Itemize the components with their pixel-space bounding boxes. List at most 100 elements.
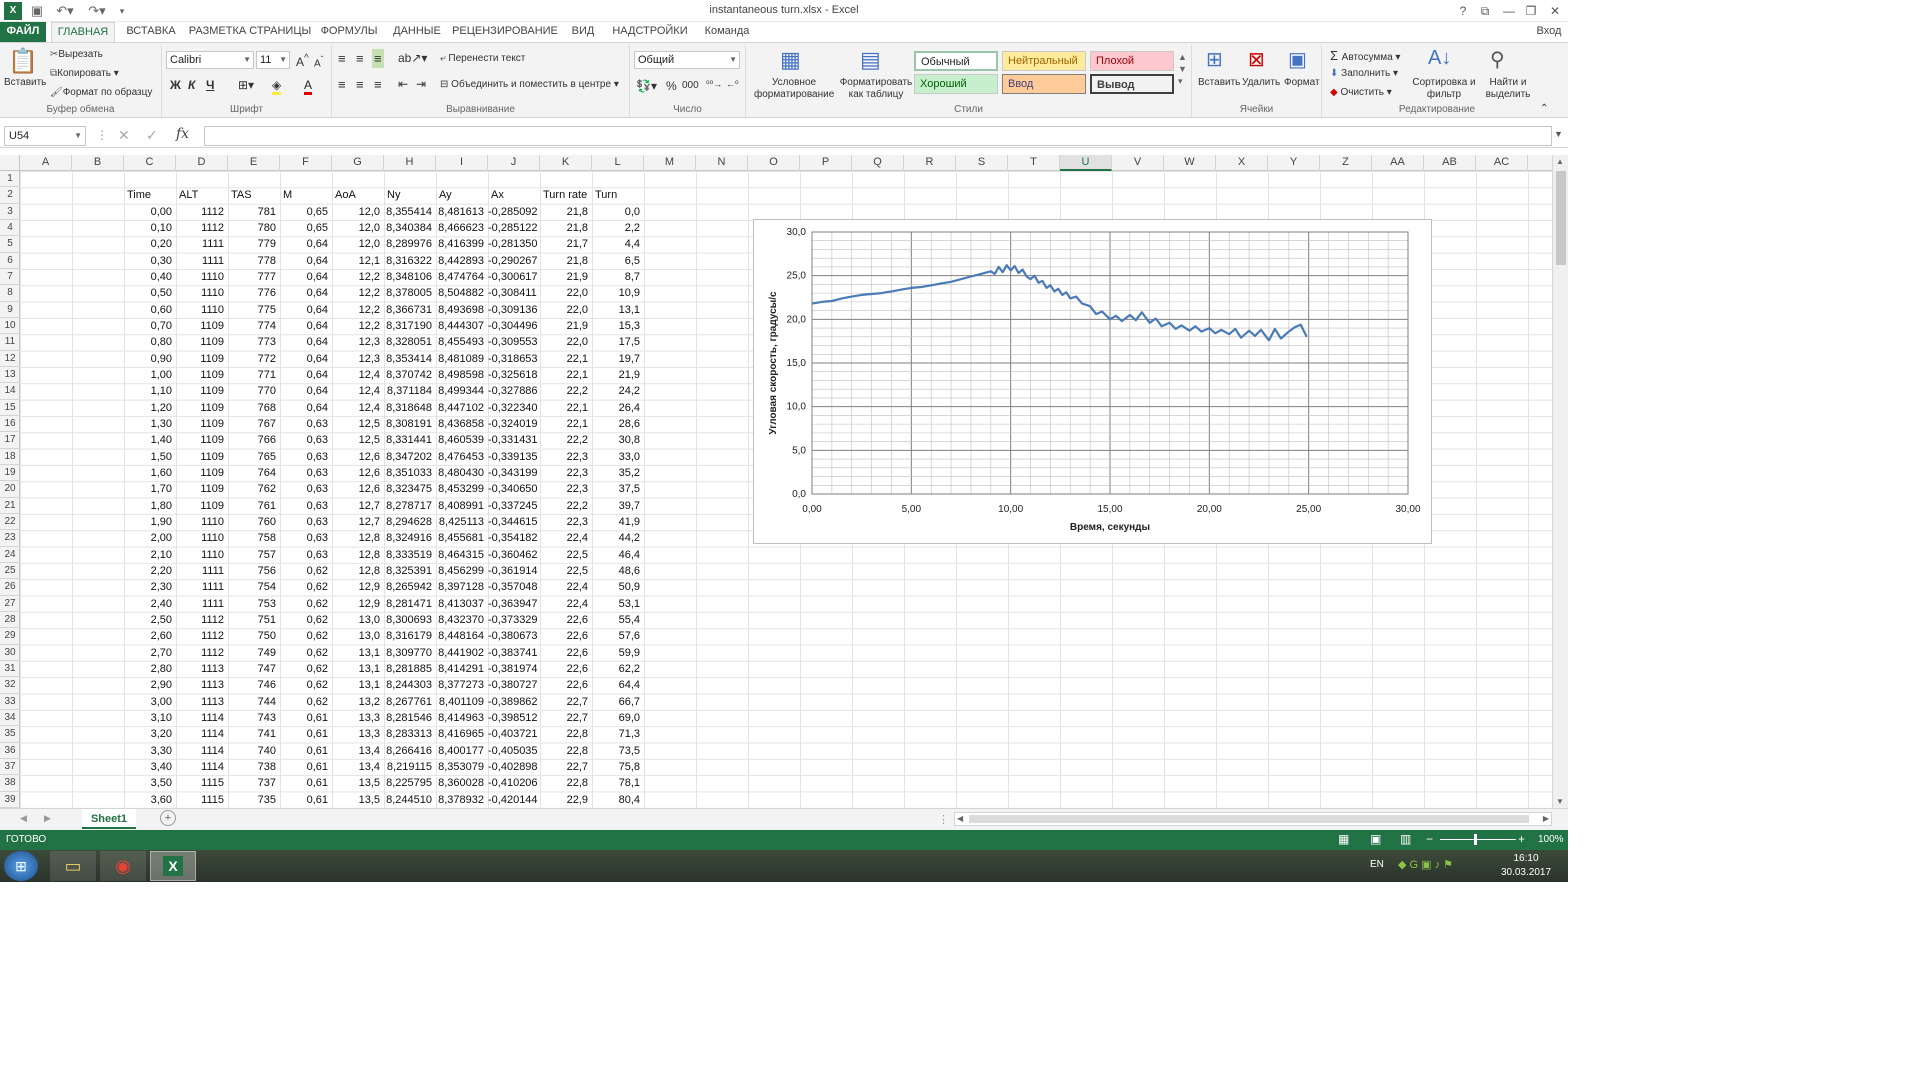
data-cell[interactable]: 1112 [176, 645, 228, 661]
column-header-C[interactable]: C [124, 155, 176, 171]
row-header-9[interactable]: 9 [0, 302, 20, 318]
data-cell[interactable]: 21,9 [540, 269, 592, 285]
data-cell[interactable]: 8,325391 [384, 563, 436, 579]
data-cell[interactable]: 12,2 [332, 302, 384, 318]
data-cell[interactable]: -0,357048 [488, 579, 540, 595]
data-cell[interactable]: 751 [228, 612, 280, 628]
data-cell[interactable]: 768 [228, 400, 280, 416]
data-cell[interactable]: 2,10 [124, 547, 176, 563]
data-cell[interactable]: 1109 [176, 498, 228, 514]
data-cell[interactable]: 2,70 [124, 645, 176, 661]
data-cell[interactable]: 737 [228, 775, 280, 791]
column-header-Y[interactable]: Y [1268, 155, 1320, 171]
data-cell[interactable]: 8,480430 [436, 465, 488, 481]
decrease-indent-icon[interactable]: ⇤ [398, 77, 408, 91]
data-cell[interactable]: 8,281885 [384, 661, 436, 677]
row-header-5[interactable]: 5 [0, 236, 20, 253]
scroll-right-icon[interactable]: ▶ [1543, 814, 1549, 823]
data-cell[interactable]: 1109 [176, 367, 228, 383]
data-cell[interactable]: -0,403721 [488, 726, 540, 742]
data-cell[interactable]: 12,6 [332, 481, 384, 497]
data-cell[interactable]: 12,0 [332, 204, 384, 220]
data-cell[interactable]: 0,64 [280, 400, 332, 416]
data-cell[interactable]: 8,455493 [436, 334, 488, 350]
data-cell[interactable]: 8,353414 [384, 351, 436, 367]
data-cell[interactable]: 1115 [176, 792, 228, 808]
data-cell[interactable]: 48,6 [592, 563, 644, 579]
data-cell[interactable]: 10,9 [592, 285, 644, 301]
percent-button[interactable]: % [666, 79, 677, 93]
tab-addins[interactable]: НАДСТРОЙКИ [608, 22, 692, 42]
data-cell[interactable]: 8,283313 [384, 726, 436, 742]
data-cell[interactable]: 1109 [176, 449, 228, 465]
header-cell[interactable]: Ay [436, 187, 488, 203]
data-cell[interactable]: 21,7 [540, 236, 592, 252]
data-cell[interactable]: 0,65 [280, 204, 332, 220]
header-cell[interactable]: Ax [488, 187, 540, 203]
data-cell[interactable]: 8,397128 [436, 579, 488, 595]
data-cell[interactable]: 772 [228, 351, 280, 367]
data-cell[interactable]: -0,363947 [488, 596, 540, 612]
data-cell[interactable]: 0,64 [280, 302, 332, 318]
data-cell[interactable]: 62,2 [592, 661, 644, 677]
data-cell[interactable]: 21,8 [540, 204, 592, 220]
data-cell[interactable]: -0,281350 [488, 236, 540, 252]
data-cell[interactable]: 13,4 [332, 743, 384, 759]
data-cell[interactable]: -0,389862 [488, 694, 540, 710]
data-cell[interactable]: 26,4 [592, 400, 644, 416]
data-cell[interactable]: 0,63 [280, 432, 332, 448]
data-cell[interactable]: 37,5 [592, 481, 644, 497]
data-cell[interactable]: 8,351033 [384, 465, 436, 481]
horizontal-scroll-thumb[interactable] [969, 815, 1529, 823]
data-cell[interactable]: 8,464315 [436, 547, 488, 563]
autosum-button[interactable]: Σ Автосумма ▾ [1330, 48, 1400, 63]
data-cell[interactable]: 22,8 [540, 726, 592, 742]
data-cell[interactable]: -0,381974 [488, 661, 540, 677]
data-cell[interactable]: 750 [228, 628, 280, 644]
zoom-slider-thumb[interactable] [1474, 834, 1477, 845]
data-cell[interactable]: 8,416399 [436, 236, 488, 252]
data-cell[interactable]: 21,9 [540, 318, 592, 334]
data-cell[interactable]: 8,481613 [436, 204, 488, 220]
data-cell[interactable]: 8,340384 [384, 220, 436, 236]
data-cell[interactable]: -0,308411 [488, 285, 540, 301]
data-cell[interactable]: 2,60 [124, 628, 176, 644]
data-cell[interactable]: 0,80 [124, 334, 176, 350]
data-cell[interactable]: 13,1 [332, 645, 384, 661]
data-cell[interactable]: 8,244303 [384, 677, 436, 693]
data-cell[interactable]: -0,373329 [488, 612, 540, 628]
data-cell[interactable]: 0,64 [280, 285, 332, 301]
data-cell[interactable]: 775 [228, 302, 280, 318]
row-header-33[interactable]: 33 [0, 694, 20, 710]
row-header-4[interactable]: 4 [0, 220, 20, 237]
data-cell[interactable]: 1109 [176, 400, 228, 416]
data-cell[interactable]: 22,0 [540, 302, 592, 318]
data-cell[interactable]: 0,63 [280, 514, 332, 530]
data-cell[interactable]: -0,309553 [488, 334, 540, 350]
thousands-button[interactable]: 000 [682, 80, 699, 91]
data-cell[interactable]: 22,5 [540, 563, 592, 579]
data-cell[interactable]: 1112 [176, 628, 228, 644]
data-cell[interactable]: 8,281546 [384, 710, 436, 726]
data-cell[interactable]: 3,30 [124, 743, 176, 759]
data-cell[interactable]: 1,90 [124, 514, 176, 530]
data-cell[interactable]: -0,322340 [488, 400, 540, 416]
data-cell[interactable]: 8,504882 [436, 285, 488, 301]
data-cell[interactable]: -0,380727 [488, 677, 540, 693]
data-cell[interactable]: 8,347202 [384, 449, 436, 465]
data-cell[interactable]: 8,324916 [384, 530, 436, 546]
data-cell[interactable]: 8,366731 [384, 302, 436, 318]
row-header-6[interactable]: 6 [0, 253, 20, 269]
data-cell[interactable]: 8,456299 [436, 563, 488, 579]
data-cell[interactable]: 35,2 [592, 465, 644, 481]
data-cell[interactable]: 21,8 [540, 220, 592, 236]
data-cell[interactable]: 71,3 [592, 726, 644, 742]
wrap-text-button[interactable]: ⤶ Перенести текст [440, 53, 525, 64]
data-cell[interactable]: -0,337245 [488, 498, 540, 514]
data-cell[interactable]: 1114 [176, 743, 228, 759]
data-cell[interactable]: 22,1 [540, 416, 592, 432]
data-cell[interactable]: 0,62 [280, 645, 332, 661]
data-cell[interactable]: 22,4 [540, 530, 592, 546]
column-header-H[interactable]: H [384, 155, 436, 171]
currency-icon[interactable]: 💱▾ [636, 79, 657, 93]
